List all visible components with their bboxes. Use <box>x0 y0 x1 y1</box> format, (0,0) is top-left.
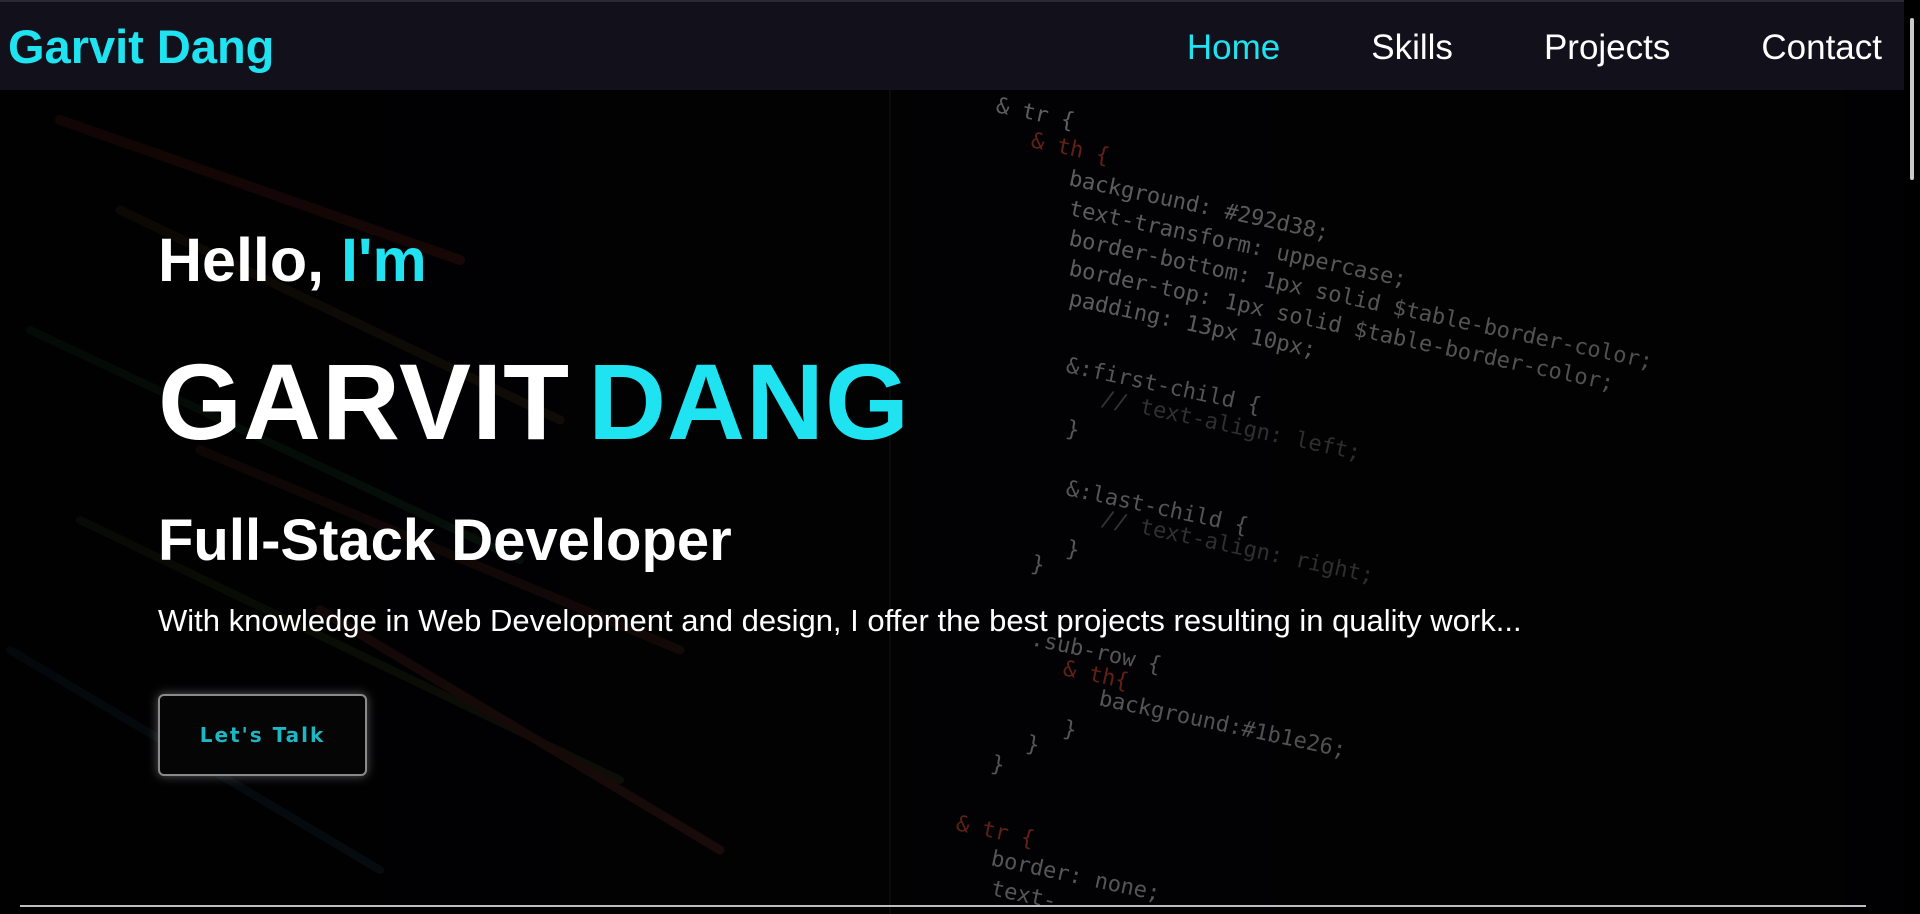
nav-links: Home Skills Projects Contact <box>1096 24 1882 72</box>
hero-name-last: DANG <box>588 341 911 462</box>
page-scrollbar[interactable] <box>1904 0 1920 914</box>
hero-name-first: GARVIT <box>158 341 571 462</box>
nav-link-skills[interactable]: Skills <box>1371 24 1453 72</box>
nav-link-home[interactable]: Home <box>1187 24 1280 72</box>
hero-title: Full-Stack Developer <box>158 508 732 573</box>
brand-logo-link[interactable]: Garvit Dang <box>8 20 274 74</box>
nav-link-projects[interactable]: Projects <box>1544 24 1670 72</box>
hero-description: With knowledge in Web Development and de… <box>158 603 1522 638</box>
hero-section: Hello, I'm GARVIT DANG Full-Stack Develop… <box>158 220 1522 776</box>
greeting-prefix: Hello, <box>158 226 325 294</box>
hero-name: GARVIT DANG <box>158 342 1522 462</box>
lets-talk-button[interactable]: Let's Talk <box>158 694 367 776</box>
navbar: Garvit Dang Home Skills Projects Contact <box>0 0 1918 90</box>
nav-link-contact[interactable]: Contact <box>1761 24 1882 72</box>
section-divider <box>20 905 1866 907</box>
page: & tr {& th {background: #292d38;text-tra… <box>0 0 1920 914</box>
greeting-accent: I'm <box>341 226 427 294</box>
scrollbar-thumb[interactable] <box>1910 18 1914 180</box>
hero-greeting: Hello, I'm <box>158 220 1522 300</box>
